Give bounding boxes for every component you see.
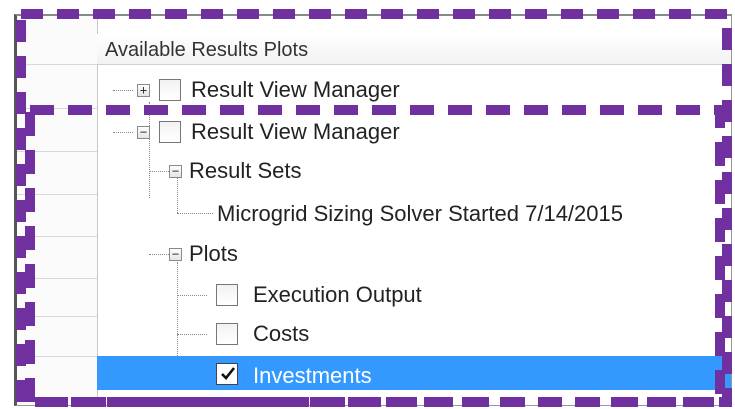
tree-item-execution-output[interactable]: Execution Output <box>253 282 422 308</box>
collapse-icon[interactable]: − <box>169 248 182 261</box>
gutter-divider <box>17 278 97 279</box>
expand-icon[interactable]: + <box>137 84 150 97</box>
tree-item-result-set[interactable]: Microgrid Sizing Solver Started 7/14/201… <box>217 201 623 227</box>
column-header[interactable]: Available Results Plots <box>97 34 731 65</box>
tree-connector <box>113 90 133 91</box>
tree-connector <box>177 334 207 335</box>
tree-connector <box>177 295 207 296</box>
checkmark-icon <box>221 367 236 380</box>
gutter-divider <box>17 356 97 357</box>
tree-connector <box>113 132 133 133</box>
tree-connector <box>149 254 169 255</box>
gutter-divider <box>17 64 97 65</box>
tree-item-result-view-manager-expanded[interactable]: Result View Manager <box>191 119 400 145</box>
gutter-divider <box>17 316 97 317</box>
tree-item-result-view-manager[interactable]: Result View Manager <box>191 77 400 103</box>
results-tree-panel: Available Results Plots + Result View Ma… <box>14 14 732 406</box>
gutter-divider <box>17 108 97 109</box>
tree-item-costs[interactable]: Costs <box>253 321 309 347</box>
collapse-icon[interactable]: − <box>137 126 150 139</box>
left-gutter <box>17 16 98 405</box>
gutter-divider <box>17 194 97 195</box>
tree-connector <box>149 171 169 172</box>
gutter-divider <box>17 236 97 237</box>
tree-item-investments[interactable]: Investments <box>253 363 372 389</box>
result-view-manager-checkbox[interactable] <box>159 79 181 101</box>
execution-output-checkbox[interactable] <box>216 284 238 306</box>
tree-item-result-sets[interactable]: Result Sets <box>189 158 302 184</box>
costs-checkbox[interactable] <box>216 323 238 345</box>
tree-connector <box>177 213 213 214</box>
tree-connector <box>177 178 178 213</box>
column-header-title: Available Results Plots <box>105 39 309 61</box>
selected-row-highlight[interactable] <box>97 356 731 390</box>
tree-item-plots[interactable]: Plots <box>189 241 238 267</box>
gutter-divider <box>17 151 97 152</box>
investments-checkbox[interactable] <box>216 363 238 385</box>
collapse-icon[interactable]: − <box>169 165 182 178</box>
tree-connector <box>149 102 150 198</box>
result-view-manager-checkbox[interactable] <box>159 121 181 143</box>
